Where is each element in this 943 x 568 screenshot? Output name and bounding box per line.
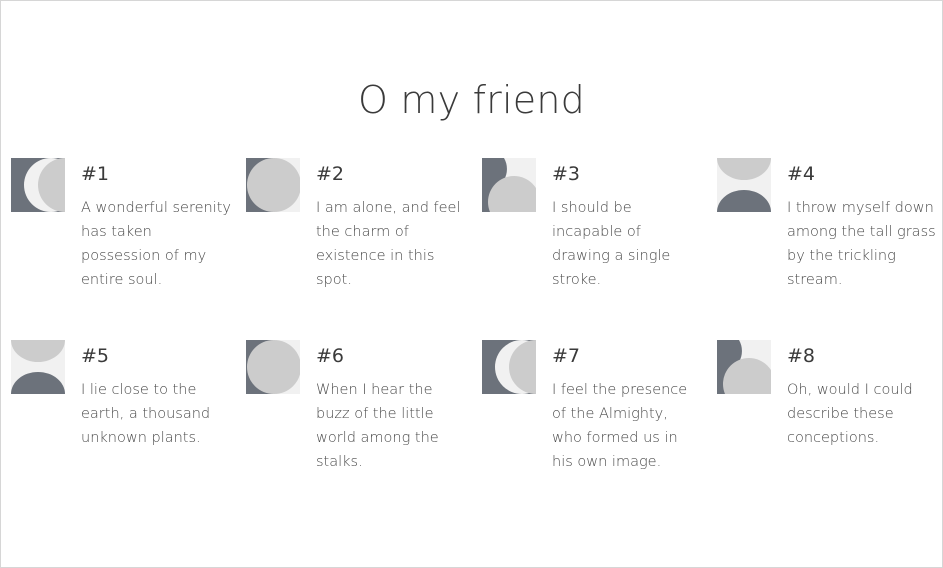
feature-text: I should be incapable of drawing a singl… <box>552 200 671 288</box>
feature-text: Oh, would I could describe these concept… <box>787 382 913 446</box>
half-circles-right-icon <box>482 340 536 394</box>
half-circles-vertical-icon <box>717 158 771 212</box>
feature-text: I throw myself down among the tall grass… <box>787 200 936 288</box>
half-circles-left-icon <box>11 158 65 212</box>
feature-number: #6 <box>316 345 345 367</box>
feature-text: I lie close to the earth, a thousand unk… <box>81 382 211 446</box>
page-title: O my friend <box>358 78 585 122</box>
feature-text: I am alone, and feel the charm of existe… <box>316 200 461 288</box>
feature-number: #3 <box>552 163 581 185</box>
feature-number: #1 <box>81 163 110 185</box>
feature-number: #2 <box>316 163 345 185</box>
feature-text: I feel the presence of the Almighty, who… <box>552 382 688 470</box>
feature-text: A wonderful serenity has taken possessio… <box>81 200 231 288</box>
page-frame: O my friend #1 A wonderful serenity has … <box>0 0 943 568</box>
feature-text: When I hear the buzz of the little world… <box>316 382 439 470</box>
quarter-circle-icon <box>482 158 536 212</box>
feature-number: #5 <box>81 345 110 367</box>
quarter-circle-alt-icon <box>717 340 771 394</box>
half-circles-vertical-alt-icon <box>11 340 65 394</box>
feature-number: #7 <box>552 345 581 367</box>
circle-on-dark-alt-icon <box>246 340 300 394</box>
circle-on-dark-icon <box>246 158 300 212</box>
feature-number: #4 <box>787 163 816 185</box>
feature-number: #8 <box>787 345 816 367</box>
